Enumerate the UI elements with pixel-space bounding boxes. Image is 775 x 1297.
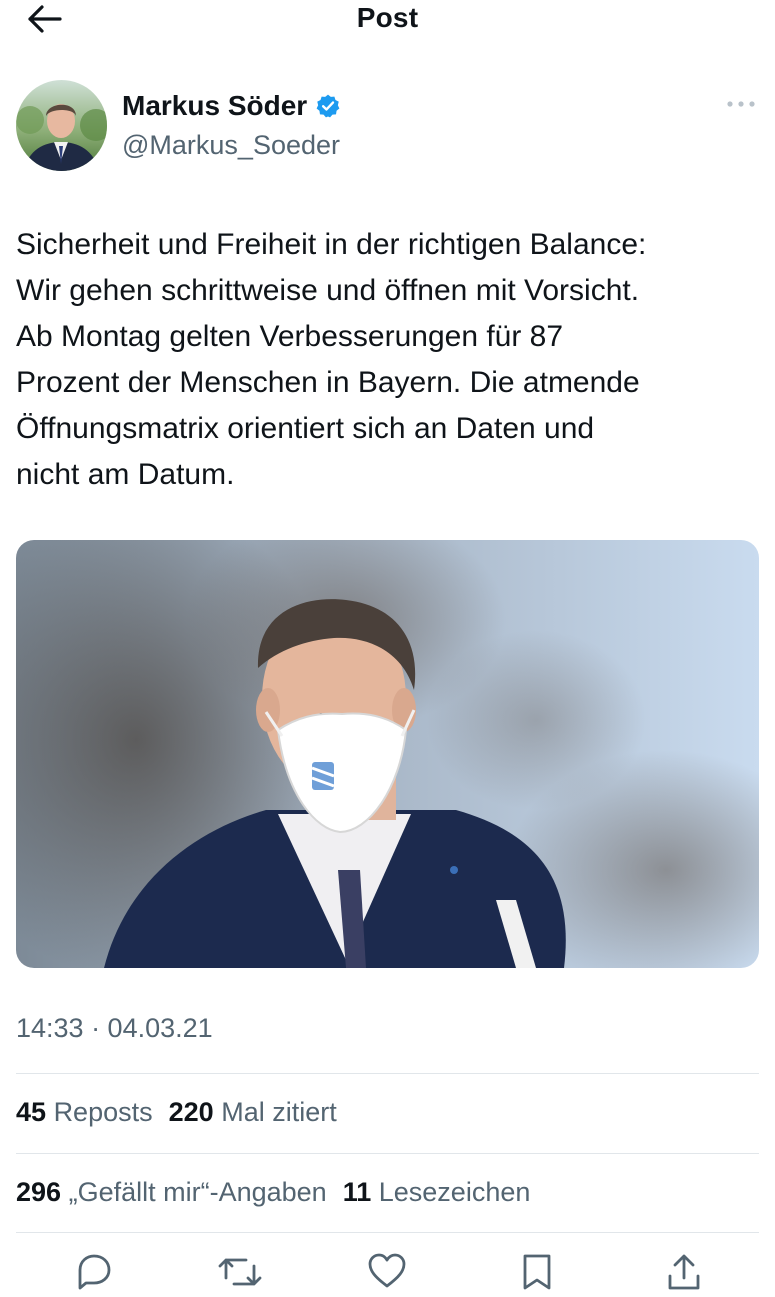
likes-label: „Gefällt mir“-Angaben [68, 1177, 327, 1207]
quotes-count: 220 [168, 1097, 214, 1127]
action-bar [0, 1252, 775, 1290]
reposts-count: 45 [16, 1097, 47, 1127]
bookmarks-count: 11 [342, 1177, 372, 1207]
tweet-image[interactable] [16, 540, 759, 968]
bookmark-icon [523, 1254, 551, 1290]
bookmarks-stat[interactable]: 11 Lesezeichen [343, 1177, 531, 1208]
share-icon [668, 1254, 700, 1290]
tweet-text: Sicherheit und Freiheit in der richtigen… [16, 228, 647, 491]
reposts-stat[interactable]: 45 Reposts [16, 1097, 153, 1128]
more-horizontal-icon [727, 101, 755, 107]
author-header: Markus Söder @Markus_Soeder [16, 80, 759, 175]
reply-button[interactable] [74, 1252, 114, 1292]
author-name-row[interactable]: Markus Söder [122, 90, 341, 122]
page-title: Post [356, 2, 419, 33]
quotes-stat[interactable]: 220 Mal zitiert [169, 1097, 337, 1128]
reply-icon [78, 1254, 111, 1290]
bookmarks-label: Lesezeichen [378, 1177, 531, 1207]
timestamp[interactable]: 14:33 · 04.03.21 [16, 1013, 213, 1044]
divider [16, 1073, 759, 1074]
like-icon [368, 1253, 406, 1288]
avatar-image [16, 80, 107, 171]
verified-badge-icon [316, 94, 340, 118]
like-button[interactable] [367, 1252, 407, 1292]
quotes-label: Mal zitiert [221, 1097, 337, 1127]
photo-person-with-mask [16, 540, 759, 968]
bookmark-button[interactable] [517, 1252, 557, 1292]
likes-count: 296 [16, 1177, 62, 1207]
author-name: Markus Söder [122, 90, 308, 121]
likes-stat[interactable]: 296 „Gefällt mir“-Angaben [16, 1177, 327, 1208]
more-options-button[interactable] [723, 94, 759, 114]
divider [16, 1153, 759, 1154]
author-handle[interactable]: @Markus_Soeder [122, 130, 340, 161]
share-button[interactable] [664, 1252, 704, 1292]
avatar[interactable] [16, 80, 107, 171]
top-bar: Post [0, 0, 775, 40]
reposts-label: Reposts [53, 1097, 153, 1127]
divider [16, 1232, 759, 1233]
stats-row-likes: 296 „Gefällt mir“-Angaben 11 Lesezeichen [16, 1177, 546, 1208]
stats-row-reposts: 45 Reposts 220 Mal zitiert [16, 1097, 353, 1128]
repost-button[interactable] [218, 1252, 262, 1292]
repost-icon [218, 1258, 262, 1286]
